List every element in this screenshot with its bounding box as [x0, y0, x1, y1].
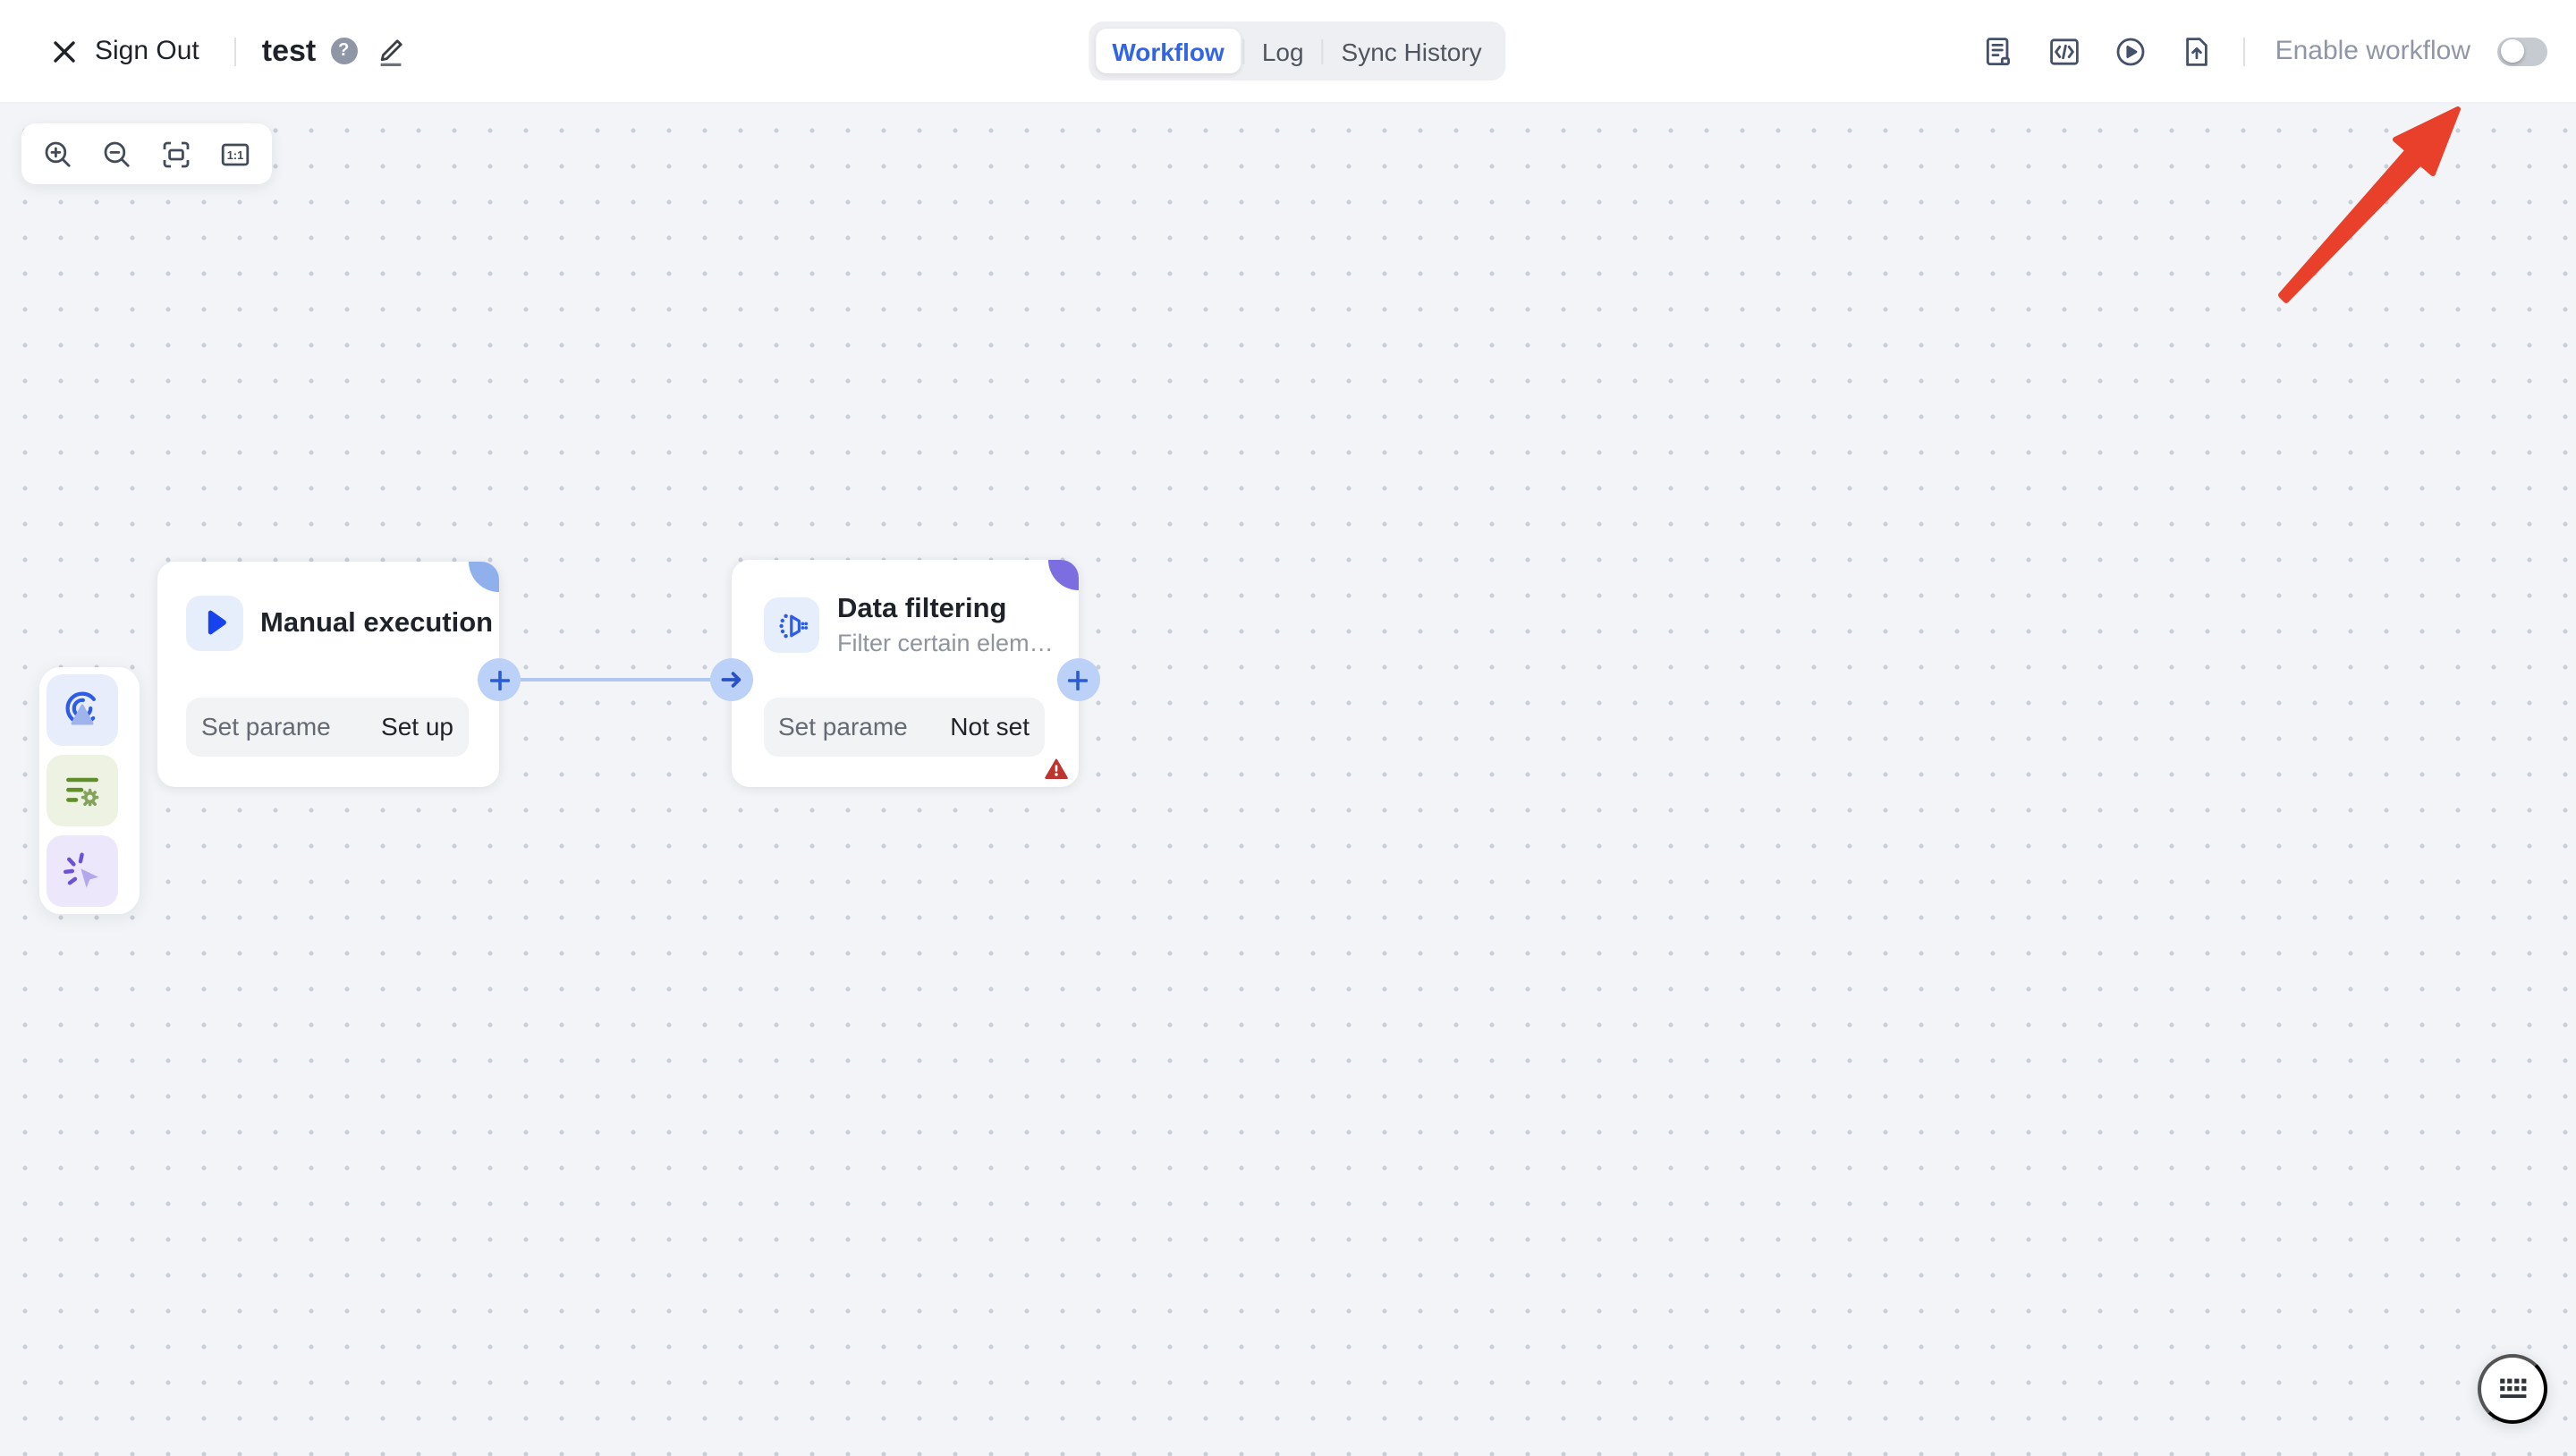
- zoom-toolbar: 1:1: [21, 123, 272, 184]
- node-header: Manual execution: [186, 595, 493, 651]
- run-log-button[interactable]: [1982, 35, 2014, 67]
- code-view-button[interactable]: [2048, 35, 2080, 67]
- plus-icon: [1068, 670, 1088, 690]
- header-right: Enable workflow: [1982, 0, 2547, 102]
- export-button[interactable]: [2181, 35, 2213, 67]
- node-manual-execution[interactable]: Manual execution Set parame Set up: [157, 562, 499, 787]
- close-button[interactable]: [50, 37, 79, 65]
- edit-pencil-icon: [373, 35, 405, 67]
- code-icon: [2048, 35, 2080, 67]
- tab-log[interactable]: Log: [1246, 29, 1320, 73]
- enable-workflow-label: Enable workflow: [2275, 36, 2470, 66]
- run-button[interactable]: [2114, 35, 2147, 67]
- add-node-button[interactable]: [1056, 658, 1099, 701]
- node-param-row[interactable]: Set parame Not set: [763, 697, 1045, 757]
- param-value: Set up: [381, 713, 453, 741]
- tab-divider: [1242, 38, 1244, 63]
- zoom-out-icon: [102, 139, 132, 169]
- node-palette: [39, 667, 140, 914]
- header-left: Sign Out test ?: [50, 0, 405, 102]
- header-divider: [2243, 37, 2245, 65]
- edge-connector: [499, 678, 731, 681]
- workflow-canvas[interactable]: 1:1: [0, 102, 2576, 1456]
- node-data-filtering[interactable]: Data filtering Filter certain elem… Set …: [732, 559, 1078, 787]
- top-bar: Sign Out test ? Workflow Log Sync Histor…: [0, 0, 2576, 104]
- enable-workflow-toggle[interactable]: [2497, 37, 2547, 65]
- param-label: Set parame: [201, 713, 331, 741]
- node-text: Data filtering Filter certain elem…: [837, 592, 1054, 658]
- tab-sync-history[interactable]: Sync History: [1326, 29, 1498, 73]
- annotation-arrow: [2258, 102, 2481, 326]
- zoom-in-button[interactable]: [29, 124, 88, 183]
- trigger-icon: [61, 689, 104, 732]
- node-title: Manual execution: [260, 606, 493, 640]
- node-title: Data filtering: [837, 592, 1054, 626]
- interaction-icon: [61, 850, 104, 893]
- tab-workflow[interactable]: Workflow: [1096, 29, 1241, 73]
- fit-view-button[interactable]: [147, 124, 206, 183]
- sign-out-label[interactable]: Sign Out: [95, 36, 199, 66]
- play-icon: [197, 605, 233, 641]
- log-icon: [1982, 35, 2014, 67]
- tab-divider: [1322, 38, 1324, 63]
- filter-icon: [774, 607, 809, 643]
- node-param-row[interactable]: Set parame Set up: [186, 697, 469, 757]
- palette-action-button[interactable]: [47, 755, 118, 826]
- node-subtitle: Filter certain elem…: [837, 628, 1054, 658]
- arrow-right-icon: [720, 669, 741, 690]
- workflow-title: test: [262, 33, 316, 69]
- action-icon: [61, 769, 104, 812]
- actual-size-icon: 1:1: [220, 139, 250, 169]
- add-node-button[interactable]: [478, 658, 521, 701]
- close-icon: [50, 37, 79, 65]
- view-tabs: Workflow Log Sync History: [1089, 21, 1504, 80]
- param-value: Not set: [950, 713, 1030, 741]
- palette-trigger-button[interactable]: [47, 674, 118, 746]
- zoom-in-icon: [43, 139, 73, 169]
- rename-button[interactable]: [373, 35, 405, 67]
- zoom-out-button[interactable]: [88, 124, 147, 183]
- keyboard-icon: [2496, 1377, 2529, 1401]
- export-icon: [2181, 35, 2213, 67]
- keyboard-shortcuts-button[interactable]: [2478, 1354, 2547, 1424]
- header-divider: [235, 37, 237, 65]
- run-icon: [2114, 35, 2147, 67]
- node-corner-fold: [469, 562, 499, 592]
- help-icon[interactable]: ?: [330, 38, 357, 64]
- svg-text:1:1: 1:1: [227, 148, 244, 161]
- fit-view-icon: [161, 139, 191, 169]
- workflow-editor: Sign Out test ? Workflow Log Sync Histor…: [0, 0, 2576, 1456]
- plus-icon: [489, 670, 509, 690]
- toggle-knob: [2500, 39, 2523, 63]
- actual-size-button[interactable]: 1:1: [206, 124, 265, 183]
- data-filtering-icon: [763, 597, 819, 654]
- edge-target-handle[interactable]: [709, 658, 752, 701]
- node-corner-fold: [1047, 559, 1078, 589]
- node-header: Data filtering Filter certain elem…: [763, 592, 1054, 658]
- warning-icon: [1045, 758, 1068, 780]
- palette-interaction-button[interactable]: [47, 835, 118, 907]
- manual-execution-icon: [186, 595, 242, 651]
- param-label: Set parame: [778, 713, 908, 741]
